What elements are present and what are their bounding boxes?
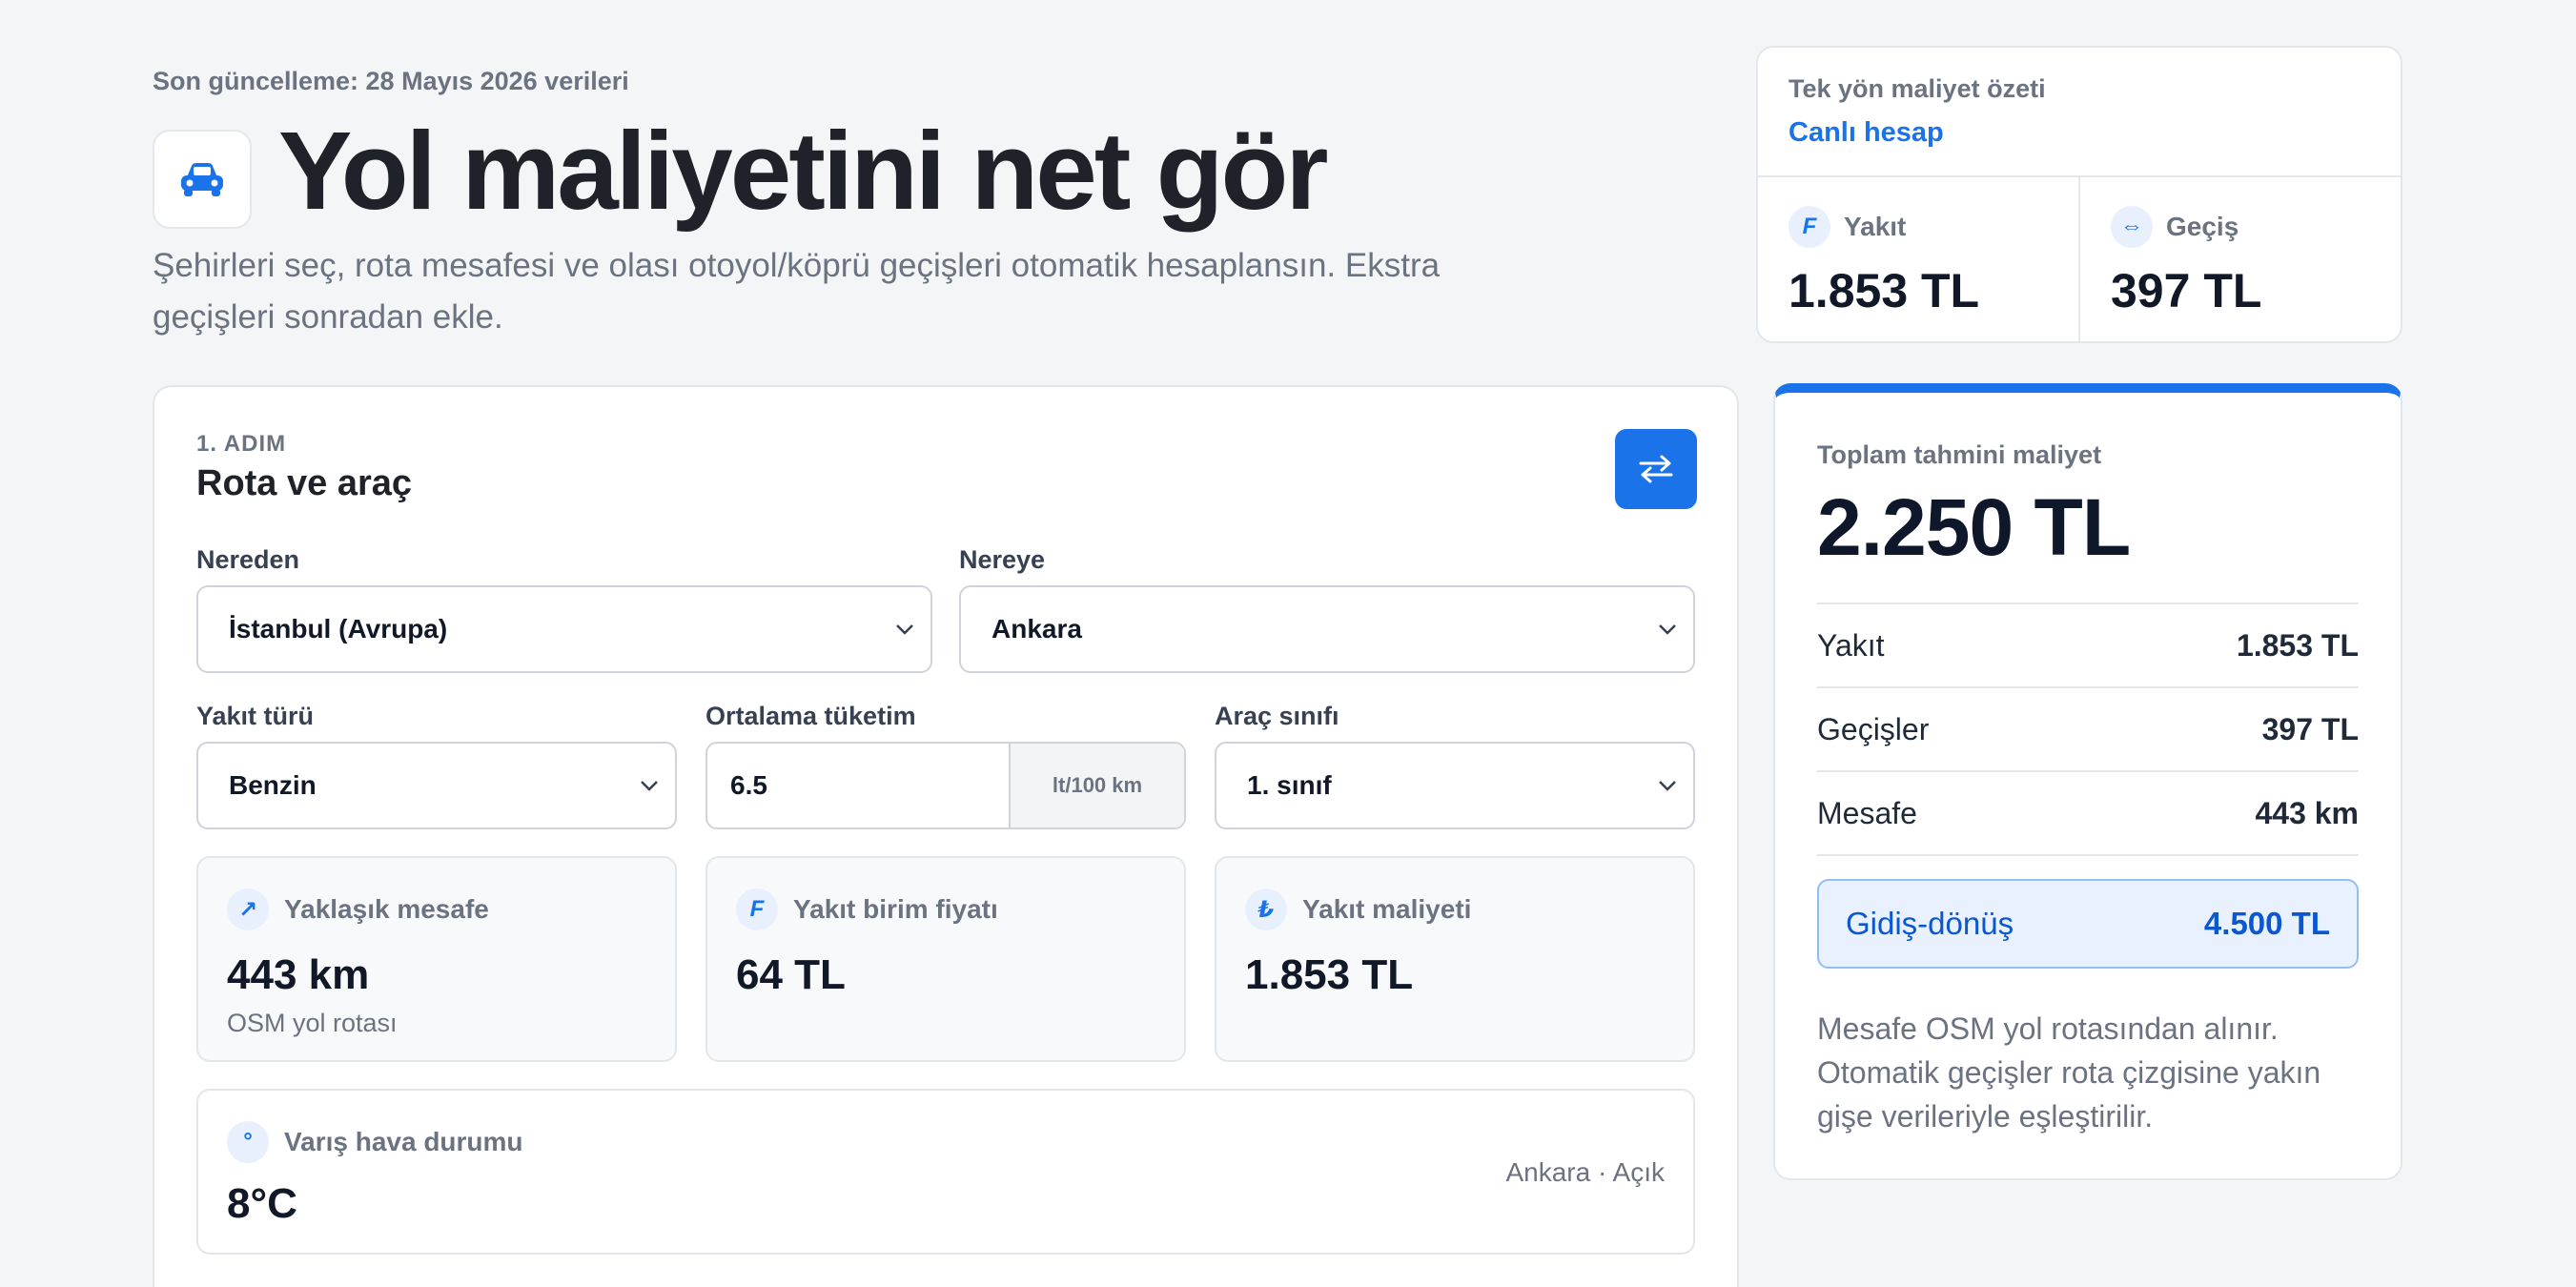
summary-toll-value: 397 TL <box>2111 264 2262 317</box>
fuel-cost-title: Yakıt maliyeti <box>1302 894 1472 924</box>
page-subtitle: Şehirleri seç, rota mesafesi ve olası ot… <box>153 247 1441 336</box>
summary-toll: ⇔ Geçiş 397 TL <box>2078 177 2401 341</box>
summary-fuel-value: 1.853 TL <box>1789 264 1980 317</box>
total-note: Mesafe OSM yol rotasından alınır. Otomat… <box>1817 1011 2321 1134</box>
live-calculation-link[interactable]: Canlı hesap <box>1789 117 2370 149</box>
fuel-type-select[interactable]: Benzin <box>196 742 677 829</box>
fuel-price-value: 64 TL <box>736 951 846 998</box>
step-label: 1. ADIM <box>196 431 287 457</box>
from-label: Nereden <box>196 545 300 574</box>
round-trip-box: Gidiş-dönüş 4.500 TL <box>1817 879 2359 969</box>
weather-icon: ° <box>227 1121 269 1163</box>
row-label: Geçişler <box>1817 711 1930 746</box>
total-value: 2.250 TL <box>1817 482 2131 572</box>
weather-location: Ankara · Açık <box>1505 1157 1665 1187</box>
row-value: 1.853 TL <box>2236 627 2359 663</box>
distance-box: ↗ Yaklaşık mesafe 443 km OSM yol rotası <box>196 856 677 1062</box>
distance-value: 443 km <box>227 951 370 998</box>
from-value: İstanbul (Avrupa) <box>229 614 448 644</box>
swap-cities-button[interactable] <box>1615 429 1697 509</box>
fuel-icon: F <box>1789 206 1830 248</box>
weather-title: Varış hava durumu <box>284 1127 523 1156</box>
one-way-summary-card: Tek yön maliyet özeti Canlı hesap F Yakı… <box>1756 46 2402 343</box>
form-title: Rota ve araç <box>196 463 413 503</box>
lira-icon: ₺ <box>1245 889 1287 930</box>
consumption-label: Ortalama tüketim <box>705 702 916 730</box>
total-cost-card: Toplam tahmini maliyet 2.250 TL Yakıt 1.… <box>1773 383 2402 1180</box>
summary-fuel: F Yakıt 1.853 TL <box>1758 177 2078 341</box>
fuel-cost-value: 1.853 TL <box>1245 951 1414 998</box>
total-row-tolls: Geçişler 397 TL <box>1817 688 2359 772</box>
total-row-distance: Mesafe 443 km <box>1817 772 2359 856</box>
summary-label: Tek yön maliyet özeti <box>1789 74 2046 103</box>
total-row-fuel: Yakıt 1.853 TL <box>1817 604 2359 688</box>
chevron-down-icon <box>641 781 658 791</box>
vehicle-class-select[interactable]: 1. sınıf <box>1215 742 1695 829</box>
chevron-down-icon <box>1659 624 1676 635</box>
fuel-price-box: F Yakıt birim fiyatı 64 TL <box>705 856 1186 1062</box>
fuel-type-value: Benzin <box>229 770 317 800</box>
fuel-cost-box: ₺ Yakıt maliyeti 1.853 TL <box>1215 856 1695 1062</box>
weather-box: ° Varış hava durumu 8°C Ankara · Açık <box>196 1089 1695 1255</box>
last-updated: Son güncelleme: 28 Mayıs 2026 verileri <box>153 67 629 95</box>
round-trip-value: 4.500 TL <box>2203 906 2330 941</box>
to-value: Ankara <box>992 614 1082 644</box>
row-value: 397 TL <box>2261 711 2359 746</box>
weather-value: 8°C <box>227 1180 297 1227</box>
distance-title: Yaklaşık mesafe <box>284 894 489 924</box>
row-label: Yakıt <box>1817 627 1885 663</box>
row-label: Mesafe <box>1817 795 1917 830</box>
arrow-up-right-icon: ↗ <box>227 889 269 930</box>
summary-toll-label: Geçiş <box>2166 212 2239 241</box>
page-title: Yol maliyetini net gör <box>278 109 1328 233</box>
vehicle-class-value: 1. sınıf <box>1247 770 1332 800</box>
car-icon <box>153 130 252 229</box>
chevron-down-icon <box>896 624 913 635</box>
chevron-down-icon <box>1659 781 1676 791</box>
distance-note: OSM yol rotası <box>227 1009 398 1037</box>
summary-fuel-label: Yakıt <box>1844 212 1907 241</box>
total-label: Toplam tahmini maliyet <box>1817 440 2102 469</box>
to-label: Nereye <box>959 545 1046 574</box>
consumption-unit: lt/100 km <box>1009 744 1184 827</box>
from-select[interactable]: İstanbul (Avrupa) <box>196 585 932 673</box>
fuel-type-label: Yakıt türü <box>196 702 315 730</box>
row-value: 443 km <box>2255 795 2359 830</box>
fuel-icon: F <box>736 889 778 930</box>
to-select[interactable]: Ankara <box>959 585 1695 673</box>
vehicle-class-label: Araç sınıfı <box>1215 702 1339 730</box>
swap-icon <box>1639 455 1673 483</box>
consumption-input-group: 6.5 lt/100 km <box>705 742 1186 829</box>
round-trip-label: Gidiş-dönüş <box>1846 906 2014 941</box>
fuel-price-title: Yakıt birim fiyatı <box>793 894 998 924</box>
consumption-input[interactable]: 6.5 <box>707 744 1009 827</box>
toll-icon: ⇔ <box>2111 206 2153 248</box>
